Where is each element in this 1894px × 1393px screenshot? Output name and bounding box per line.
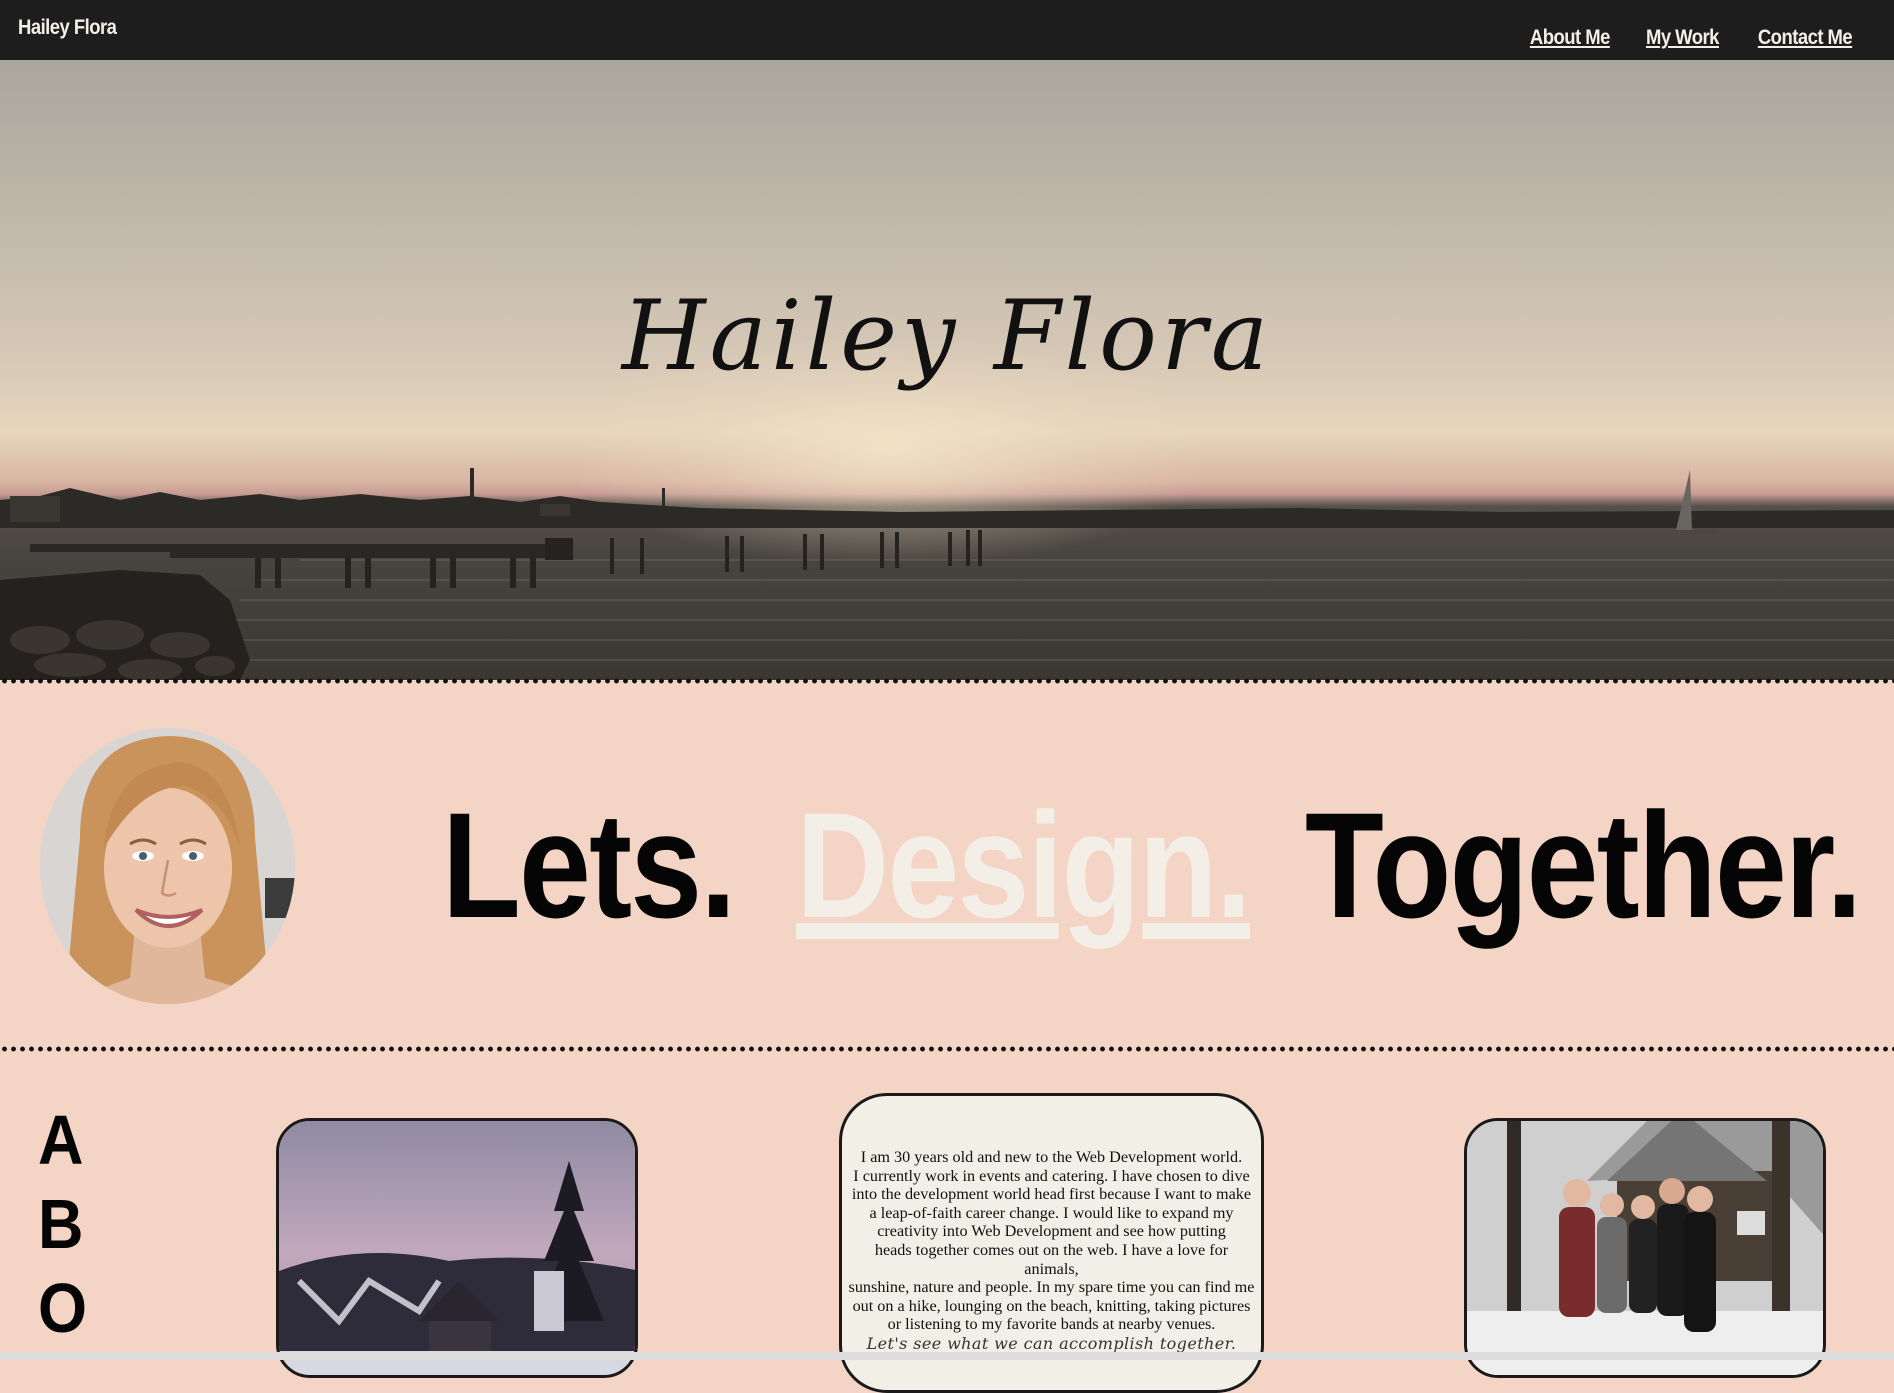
tagline-word-design[interactable]: Design. bbox=[796, 790, 1252, 940]
vertical-letter: B bbox=[38, 1185, 84, 1263]
brand-logo[interactable]: Hailey Flora bbox=[18, 16, 117, 40]
tagline-word-together: Together. bbox=[1305, 781, 1862, 949]
nav-link-contact[interactable]: Contact Me bbox=[1758, 26, 1853, 50]
tagline-word-lets: Lets. bbox=[442, 781, 736, 949]
dotted-divider bbox=[0, 1046, 1894, 1052]
photo-ski-lodge bbox=[276, 1118, 638, 1378]
about-vertical-heading: A B O bbox=[38, 1098, 88, 1350]
hero-banner: Hailey Flora bbox=[0, 60, 1894, 680]
vertical-letter: A bbox=[38, 1101, 84, 1179]
nav-link-work[interactable]: My Work bbox=[1646, 26, 1720, 50]
bio-card: I am 30 years old and new to the Web Dev… bbox=[839, 1093, 1264, 1393]
hero-title: Hailey Flora bbox=[621, 280, 1273, 392]
top-nav-bar: Hailey Flora About Me My Work Contact Me bbox=[0, 0, 1894, 60]
bio-tagline: Let's see what we can accomplish togethe… bbox=[866, 1333, 1237, 1353]
dotted-divider bbox=[0, 678, 1894, 684]
nav-link-about[interactable]: About Me bbox=[1530, 26, 1610, 50]
profile-photo bbox=[40, 728, 295, 1004]
main-nav: About Me My Work Contact Me bbox=[1519, 26, 1853, 50]
vertical-letter: O bbox=[38, 1269, 88, 1347]
bio-text: I am 30 years old and new to the Web Dev… bbox=[848, 1148, 1255, 1334]
page-bottom-edge bbox=[0, 1352, 1894, 1360]
photo-friends-cabin bbox=[1464, 1118, 1826, 1378]
